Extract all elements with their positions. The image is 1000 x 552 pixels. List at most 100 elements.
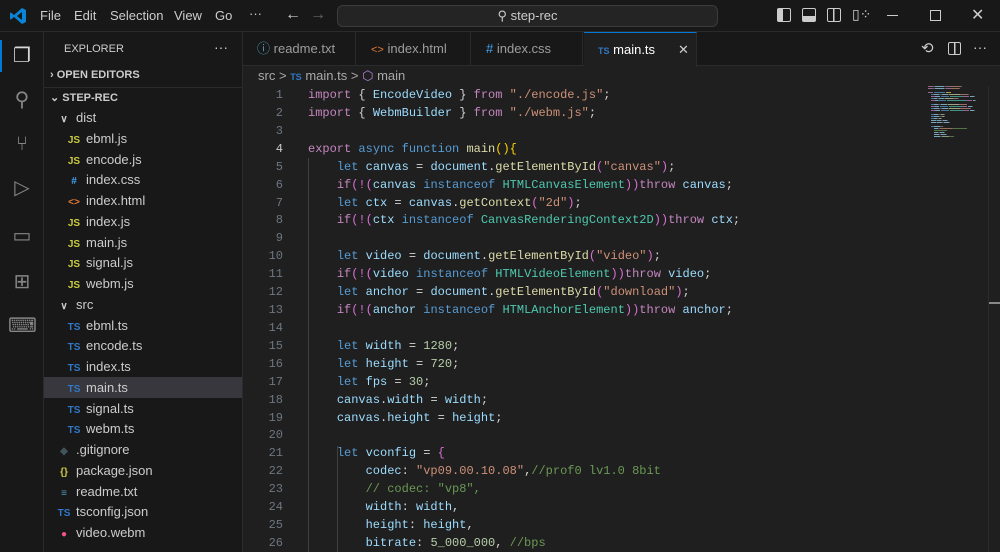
tree-item-main-ts[interactable]: TS main.ts <box>44 376 242 398</box>
back-arrow-icon[interactable]: ← <box>285 6 301 24</box>
editor-more-icon[interactable]: ··· <box>973 39 987 55</box>
tree-item-signal-js[interactable]: JS signal.js <box>44 252 242 273</box>
tree-item-label: ebml.js <box>86 130 128 146</box>
code-token: width <box>365 338 402 353</box>
tree-item-signal-ts[interactable]: TS signal.ts <box>44 398 242 419</box>
tree-item-webm-js[interactable]: JS webm.js <box>44 273 242 294</box>
remote-explorer-icon[interactable]: ▭ <box>8 222 36 250</box>
minimap-mark <box>960 108 969 109</box>
code-token: if <box>336 177 352 192</box>
tree-item-encode-js[interactable]: JS encode.js <box>44 149 242 170</box>
breadcrumb-symbol[interactable]: main <box>377 68 405 83</box>
project-section[interactable]: ⌄ STEP-REC <box>44 87 242 108</box>
tree-item-src[interactable]: ∨ src <box>44 294 242 315</box>
tree-item-index-css[interactable]: # index.css <box>44 169 242 190</box>
code-token: = <box>408 285 431 300</box>
tree-item-encode-ts[interactable]: TS encode.ts <box>44 335 242 356</box>
minimap-mark <box>940 110 949 111</box>
search-icon[interactable]: ⚲ <box>8 86 36 114</box>
code-token: function <box>401 141 460 156</box>
menu-view[interactable]: View <box>174 8 202 23</box>
customize-layout-icon[interactable]: ▯⁘ <box>852 6 871 23</box>
toggle-primary-sidebar-icon[interactable] <box>777 8 791 22</box>
extensions-icon[interactable]: ⊞ <box>8 268 36 296</box>
open-editors-label: OPEN EDITORS <box>56 69 140 81</box>
code-line: let width = 1280; <box>308 337 459 355</box>
code-token: canvas <box>372 177 417 192</box>
source-control-icon[interactable]: ⑂ <box>8 130 36 158</box>
vertical-scrollbar[interactable] <box>988 86 1000 552</box>
tab-index-html[interactable]: <> index.html <box>357 32 471 66</box>
close-window-icon[interactable]: ✕ <box>971 5 984 25</box>
symbol-module-icon: ⬡ <box>362 68 374 83</box>
menu-file[interactable]: File <box>40 8 61 23</box>
tree-item-webm-ts[interactable]: TS webm.ts <box>44 418 242 439</box>
tree-item-package-json[interactable]: {} package.json <box>44 460 242 481</box>
tree-item-video-webm[interactable]: ● video.webm <box>44 522 242 543</box>
tree-item-ebml-js[interactable]: JS ebml.js <box>44 128 242 149</box>
tab-index-css[interactable]: # index.css <box>472 32 583 66</box>
code-token: } <box>452 88 474 102</box>
tree-item-main-js[interactable]: JS main.js <box>44 232 242 253</box>
minimap-mark <box>972 106 973 107</box>
tree-item-index-ts[interactable]: TS index.ts <box>44 356 242 377</box>
minimize-icon[interactable] <box>887 15 898 16</box>
timeline-history-icon[interactable]: ⟲ <box>921 39 934 57</box>
code-token: canvas <box>336 410 381 425</box>
menu-edit[interactable]: Edit <box>74 8 96 23</box>
code-token: main <box>466 141 496 156</box>
code-token: = <box>401 249 424 264</box>
tree-item-dist[interactable]: ∨ dist <box>44 107 242 128</box>
code-token: width <box>444 392 481 407</box>
code-token: width <box>416 500 453 515</box>
minimap-mark <box>946 88 950 89</box>
explorer-icon[interactable]: ❐ <box>8 42 36 70</box>
forward-arrow-icon[interactable]: → <box>310 6 326 24</box>
tree-item-tsconfig-json[interactable]: TS tsconfig.json <box>44 501 242 522</box>
tree-item-gitignore[interactable]: ◆ .gitignore <box>44 439 242 460</box>
toggle-secondary-sidebar-icon[interactable] <box>827 8 841 22</box>
maximize-icon[interactable] <box>930 10 941 21</box>
code-token: ctx <box>365 195 388 210</box>
line-number: 10 <box>268 249 283 264</box>
minimap-mark <box>934 130 948 131</box>
command-center-search[interactable]: ⚲ step-rec <box>337 5 718 27</box>
code-token: if <box>336 267 352 282</box>
close-tab-icon[interactable]: ✕ <box>678 33 689 67</box>
tree-item-label: index.ts <box>86 359 131 374</box>
run-debug-icon[interactable]: ▷ <box>8 174 36 202</box>
minimap-mark <box>931 114 934 115</box>
minimap[interactable] <box>928 86 988 166</box>
menu-selection[interactable]: Selection <box>110 8 163 23</box>
title-bar: File Edit Selection View Go ··· ← → ⚲ st… <box>0 0 1000 32</box>
code-token: height <box>452 410 496 425</box>
split-editor-icon[interactable] <box>948 42 961 55</box>
tab-readme[interactable]: ⓘ readme.txt <box>243 32 356 66</box>
menu-more[interactable]: ··· <box>249 6 262 21</box>
minimap-mark <box>931 116 934 117</box>
breadcrumb-folder[interactable]: src <box>258 68 275 83</box>
tree-item-readme-txt[interactable]: ≡ readme.txt <box>44 481 242 502</box>
open-editors-section[interactable]: › OPEN EDITORS <box>44 65 242 86</box>
tab-main-ts[interactable]: TS main.ts ✕ <box>584 32 697 67</box>
code-token: : <box>401 464 417 479</box>
minimap-mark <box>963 106 968 107</box>
tree-item-ebml-ts[interactable]: TS ebml.ts <box>44 315 242 336</box>
toggle-panel-icon[interactable] <box>802 8 816 22</box>
explorer-more-button[interactable]: ··· <box>214 39 228 55</box>
tree-item-index-js[interactable]: JS index.js <box>44 211 242 232</box>
menu-go[interactable]: Go <box>215 8 232 23</box>
terminal-icon[interactable]: ⌨ <box>8 312 37 340</box>
search-icon: ⚲ <box>497 8 511 23</box>
tree-item-index-html[interactable]: <> index.html <box>44 190 242 211</box>
code-line: if(!(video instanceof HTMLVideoElement))… <box>308 265 712 283</box>
code-editor[interactable]: 1 import { EncodeVideo } from "./encode.j… <box>243 86 923 552</box>
breadcrumb-file[interactable]: main.ts <box>305 68 347 83</box>
minimap-mark <box>964 96 969 97</box>
